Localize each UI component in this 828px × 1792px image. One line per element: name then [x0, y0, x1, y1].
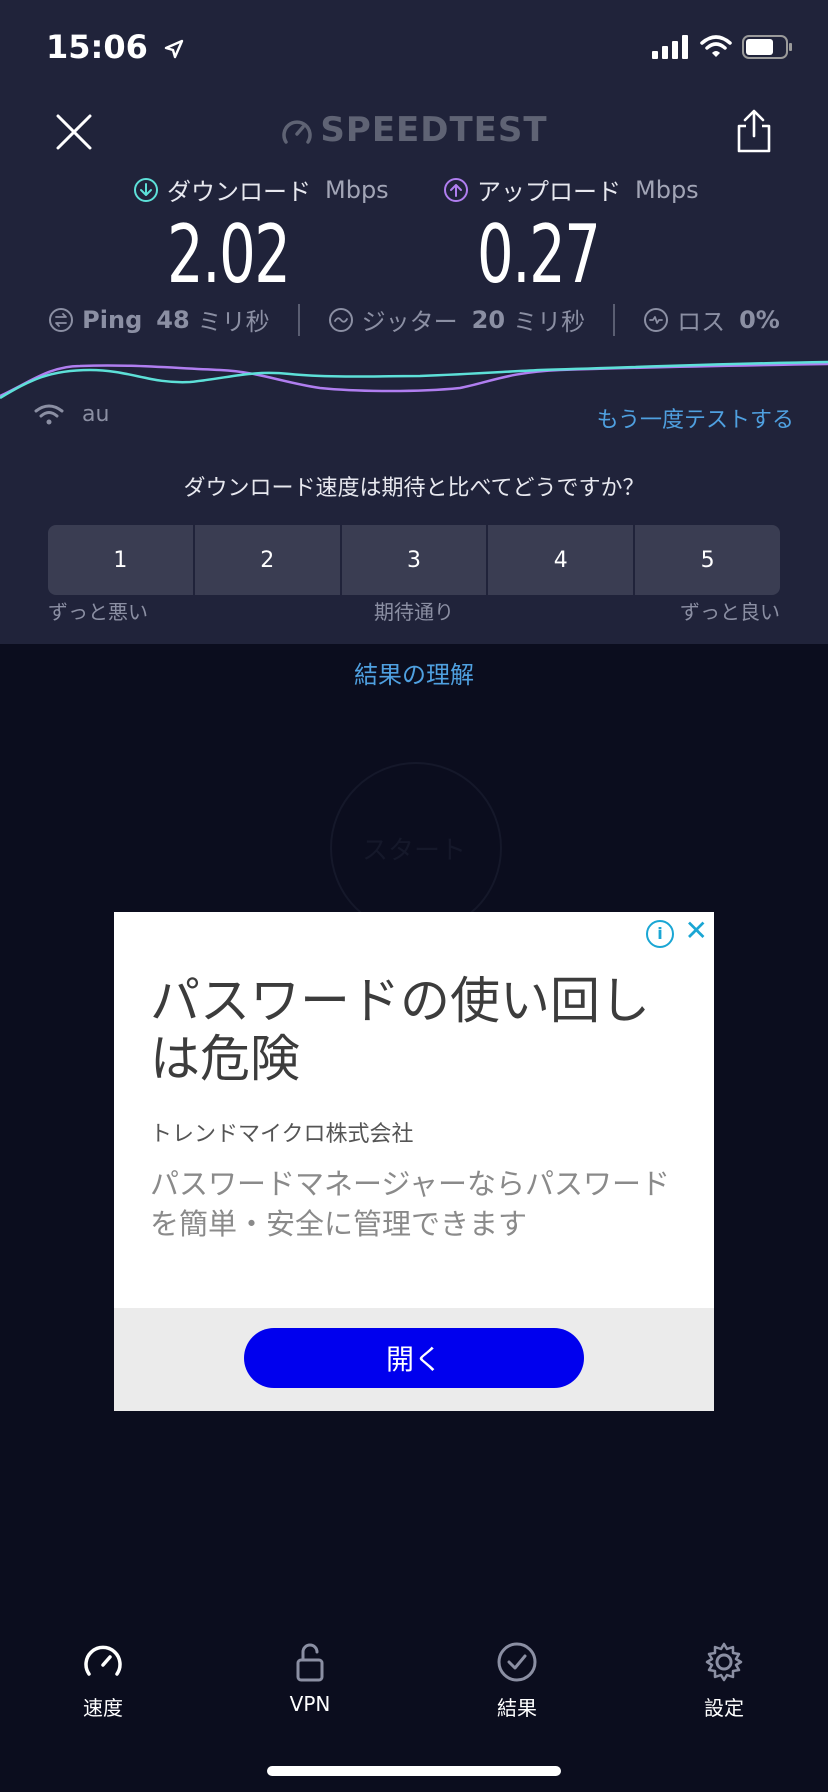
jitter-value: 20 — [471, 305, 506, 334]
stats-row: Ping 48 ミリ秒 ジッター 20 ミリ秒 ロス 0% — [0, 302, 828, 337]
tab-vpn-label: VPN — [289, 1692, 331, 1716]
jitter-unit: ミリ秒 — [513, 308, 586, 336]
rating-button-5[interactable]: 5 — [635, 525, 780, 595]
loss-value: 0% — [739, 305, 780, 334]
download-arrow-icon — [134, 177, 158, 202]
tab-results[interactable]: 結果 — [457, 1640, 577, 1721]
jitter-label: ジッター — [361, 308, 458, 336]
rating-button-2[interactable]: 2 — [194, 525, 340, 595]
tab-vpn[interactable]: VPN — [250, 1640, 370, 1716]
wifi-icon — [700, 35, 732, 57]
rating-question: ダウンロード速度は期待と比べてどうですか？ — [183, 476, 645, 501]
ad-open-button[interactable]: 開く — [244, 1328, 584, 1388]
divider — [613, 303, 616, 336]
ad-advertiser: トレンドマイクロ株式会社 — [150, 1122, 414, 1147]
upload-header: アップロード Mbps — [443, 172, 699, 207]
share-icon — [737, 109, 771, 153]
check-circle-icon — [497, 1642, 537, 1682]
tab-settings[interactable]: 設定 — [664, 1640, 784, 1721]
download-value: 2.02 — [167, 208, 291, 301]
status-time: 15:06 — [46, 28, 185, 66]
tab-results-label: 結果 — [497, 1696, 537, 1720]
location-arrow-icon — [164, 39, 184, 59]
speedometer-logo-icon — [282, 119, 313, 144]
ad-banner[interactable]: i ✕ パスワードの使い回しは危険 トレンドマイクロ株式会社 パスワードマネージ… — [114, 912, 714, 1411]
ad-info-icon[interactable]: i — [646, 920, 674, 948]
loss-label: ロス — [677, 308, 726, 336]
ad-description: パスワードマネージャーならパスワードを簡単・安全に管理できます — [150, 1167, 670, 1241]
loss-stat: ロス 0% — [643, 302, 780, 337]
signal-icon — [652, 35, 688, 59]
upload-unit: Mbps — [635, 175, 699, 204]
understand-results-link[interactable]: 結果の理解 — [0, 655, 828, 690]
upload-graph-line — [0, 362, 828, 398]
upload-label: アップロード — [477, 178, 621, 206]
tab-speed[interactable]: 速度 — [43, 1640, 163, 1721]
ping-label: Ping — [82, 305, 143, 334]
rating-button-3[interactable]: 3 — [341, 525, 487, 595]
ad-footer: 開く — [114, 1308, 714, 1411]
status-icons — [652, 34, 794, 60]
download-unit: Mbps — [325, 175, 389, 204]
share-button[interactable] — [736, 108, 772, 154]
speedometer-icon — [84, 1645, 122, 1676]
upload-arrow-icon — [444, 177, 468, 202]
start-label: スタート — [361, 836, 466, 866]
battery-icon — [742, 35, 792, 59]
home-indicator[interactable] — [267, 1766, 561, 1776]
tab-speed-label: 速度 — [83, 1696, 123, 1720]
wifi-icon — [34, 404, 64, 424]
gear-icon — [705, 1642, 743, 1682]
ad-close-icon[interactable]: ✕ — [685, 914, 708, 947]
download-label: ダウンロード — [167, 178, 311, 206]
retest-link[interactable]: もう一度テストする — [597, 402, 794, 434]
rating-high-label: ずっと良い — [680, 600, 780, 624]
ad-title[interactable]: パスワードの使い回しは危険 — [150, 972, 690, 1088]
jitter-icon — [328, 307, 353, 332]
rating-button-1[interactable]: 1 — [48, 525, 193, 595]
network-info: au — [34, 402, 109, 427]
rating-button-4[interactable]: 4 — [488, 525, 634, 595]
ping-unit: ミリ秒 — [197, 308, 270, 336]
download-header: ダウンロード Mbps — [133, 172, 389, 207]
upload-value: 0.27 — [477, 208, 601, 301]
lock-icon — [296, 1643, 324, 1682]
rating-buttons: 1 2 3 4 5 — [48, 525, 780, 595]
network-name: au — [82, 402, 110, 427]
speedtest-logo: SPEEDTEST — [0, 110, 828, 150]
ping-value: 48 — [156, 305, 190, 334]
ping-stat: Ping 48 ミリ秒 — [48, 302, 270, 337]
divider — [297, 303, 300, 336]
jitter-stat: ジッター 20 ミリ秒 — [328, 302, 585, 337]
tab-settings-label: 設定 — [704, 1696, 744, 1720]
loss-icon — [644, 307, 669, 332]
ping-icon — [49, 307, 74, 332]
